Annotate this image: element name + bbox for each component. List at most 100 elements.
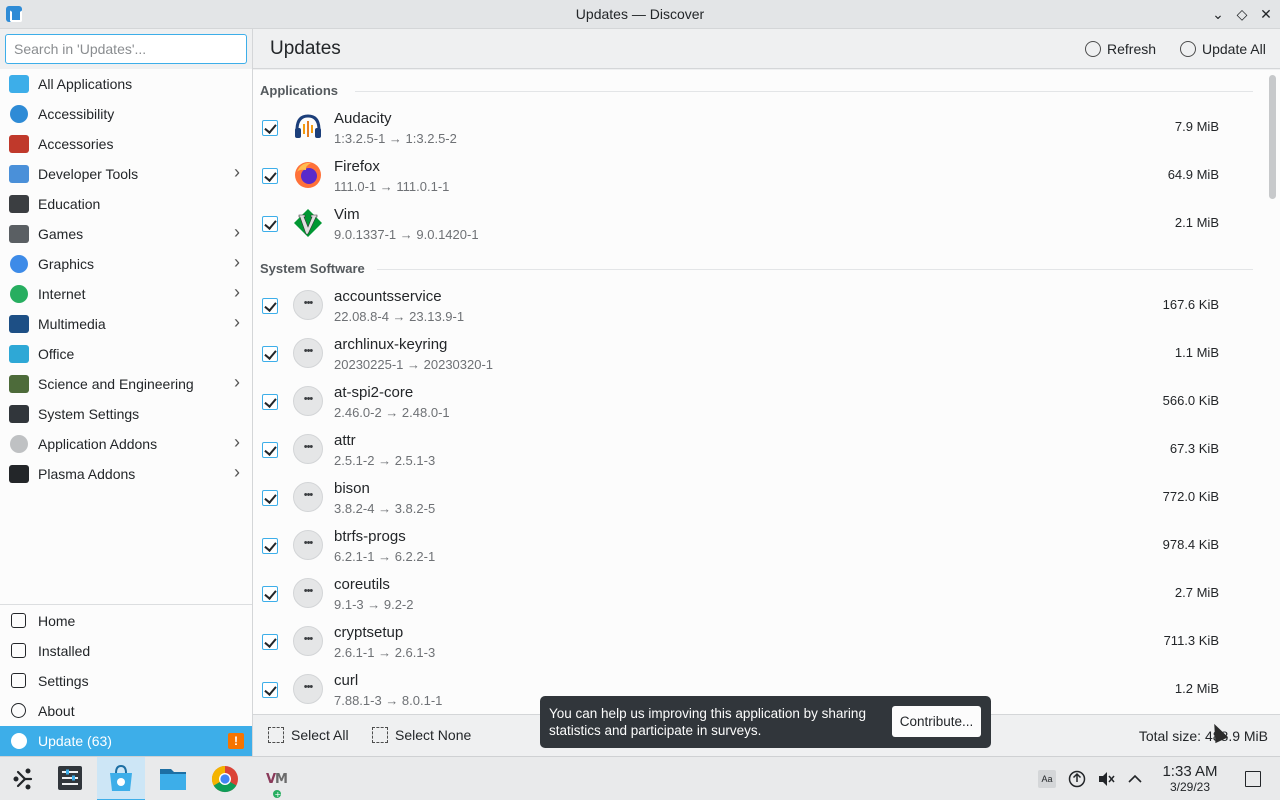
update-checkbox[interactable] bbox=[262, 216, 278, 232]
update-row[interactable]: Firefox 111.0-1 → 111.0.1-1 64.9 MiB bbox=[253, 151, 1253, 199]
sidebar-item-graphics[interactable]: Graphics › bbox=[0, 249, 252, 279]
home-icon bbox=[11, 613, 26, 628]
volume-muted-icon[interactable] bbox=[1097, 770, 1115, 788]
search-area bbox=[0, 29, 253, 69]
sidebar-item-science-and-engineering[interactable]: Science and Engineering › bbox=[0, 369, 252, 399]
svg-text:+: + bbox=[275, 790, 282, 799]
section-divider bbox=[355, 91, 1253, 92]
office-icon bbox=[9, 345, 29, 363]
update-checkbox[interactable] bbox=[262, 634, 278, 650]
sidebar-item-system-settings[interactable]: System Settings bbox=[0, 399, 252, 429]
update-checkbox[interactable] bbox=[262, 442, 278, 458]
show-desktop-icon[interactable] bbox=[1245, 771, 1261, 787]
package-icon bbox=[293, 578, 323, 608]
package-size: 1.1 MiB bbox=[1174, 345, 1219, 360]
sidebar-item-all-applications[interactable]: All Applications bbox=[0, 69, 252, 99]
update-checkbox[interactable] bbox=[262, 298, 278, 314]
expand-tray-icon[interactable] bbox=[1126, 770, 1144, 788]
select-all-label: Select All bbox=[291, 727, 349, 743]
page-title: Updates bbox=[270, 38, 341, 59]
clock-date: 3/29/23 bbox=[1169, 780, 1211, 794]
update-checkbox[interactable] bbox=[262, 168, 278, 184]
update-row[interactable]: at-spi2-core 2.46.0-2 → 2.48.0-1 566.0 KiB bbox=[253, 377, 1253, 425]
nav-item-home[interactable]: Home bbox=[0, 606, 252, 636]
taskbar-system-settings[interactable] bbox=[46, 757, 94, 800]
scrollbar[interactable] bbox=[1265, 70, 1280, 714]
package-name: at-spi2-core bbox=[334, 384, 414, 401]
sidebar-item-label: Multimedia bbox=[38, 316, 106, 332]
package-size: 2.7 MiB bbox=[1174, 585, 1219, 600]
sidebar-item-label: Developer Tools bbox=[38, 166, 139, 182]
taskbar-file-manager[interactable] bbox=[149, 757, 197, 800]
update-checkbox[interactable] bbox=[262, 394, 278, 410]
minimize-button[interactable]: ⌄ bbox=[1208, 4, 1228, 24]
nav-item-about[interactable]: About bbox=[0, 696, 252, 726]
update-row[interactable]: attr 2.5.1-2 → 2.5.1-3 67.3 KiB bbox=[253, 425, 1253, 473]
search-input[interactable] bbox=[5, 34, 247, 64]
package-version: 3.8.2-4 → 3.8.2-5 bbox=[334, 501, 436, 516]
close-button[interactable]: ✕ bbox=[1256, 4, 1276, 24]
package-size: 64.9 MiB bbox=[1167, 167, 1219, 182]
title-bar: Updates — Discover ⌄ ◇ ✕ bbox=[0, 0, 1280, 29]
update-checkbox[interactable] bbox=[262, 346, 278, 362]
update-row[interactable]: archlinux-keyring 20230225-1 → 20230320-1… bbox=[253, 329, 1253, 377]
sidebar-item-application-addons[interactable]: Application Addons › bbox=[0, 429, 252, 459]
sidebar-item-education[interactable]: Education bbox=[0, 189, 252, 219]
sidebar-item-internet[interactable]: Internet › bbox=[0, 279, 252, 309]
refresh-icon bbox=[1085, 41, 1101, 57]
sidebar-divider bbox=[0, 604, 252, 605]
package-icon bbox=[293, 386, 323, 416]
sidebar-item-accessibility[interactable]: Accessibility bbox=[0, 99, 252, 129]
discover-icon bbox=[110, 764, 132, 791]
scrollbar-thumb[interactable] bbox=[1269, 75, 1276, 199]
sidebar-item-label: Update (63) bbox=[38, 733, 112, 749]
update-row[interactable]: bison 3.8.2-4 → 3.8.2-5 772.0 KiB bbox=[253, 473, 1253, 521]
nav-item-settings[interactable]: Settings bbox=[0, 666, 252, 696]
sidebar-item-label: Plasma Addons bbox=[38, 466, 136, 482]
settings-panel-icon bbox=[9, 405, 29, 423]
select-none-button[interactable]: Select None bbox=[372, 727, 471, 743]
refresh-button[interactable]: Refresh bbox=[1085, 38, 1156, 60]
update-checkbox[interactable] bbox=[262, 120, 278, 136]
package-name: coreutils bbox=[334, 576, 390, 593]
flask-icon bbox=[9, 375, 29, 393]
package-version: 1:3.2.5-1 → 1:3.2.5-2 bbox=[334, 131, 457, 146]
update-row[interactable]: btrfs-progs 6.2.1-1 → 6.2.2-1 978.4 KiB bbox=[253, 521, 1253, 569]
update-row[interactable]: cryptsetup 2.6.1-1 → 2.6.1-3 711.3 KiB bbox=[253, 617, 1253, 665]
package-name: accountsservice bbox=[334, 288, 442, 305]
select-all-button[interactable]: Select All bbox=[268, 727, 349, 743]
window-title: Updates — Discover bbox=[575, 6, 705, 22]
package-name: cryptsetup bbox=[334, 624, 404, 641]
package-name: Firefox bbox=[334, 158, 380, 175]
keyboard-layout-icon[interactable]: Aa bbox=[1038, 770, 1056, 788]
maximize-button[interactable]: ◇ bbox=[1232, 4, 1252, 24]
sidebar-item-plasma-addons[interactable]: Plasma Addons › bbox=[0, 459, 252, 489]
taskbar-vim[interactable]: V M + bbox=[253, 757, 301, 800]
package-version: 2.5.1-2 → 2.5.1-3 bbox=[334, 453, 436, 468]
sidebar-item-office[interactable]: Office bbox=[0, 339, 252, 369]
nav-item-installed[interactable]: Installed bbox=[0, 636, 252, 666]
update-checkbox[interactable] bbox=[262, 682, 278, 698]
app-launcher-button[interactable] bbox=[0, 757, 48, 800]
update-checkbox[interactable] bbox=[262, 586, 278, 602]
taskbar-discover[interactable] bbox=[97, 757, 145, 800]
audacity-icon bbox=[293, 112, 323, 142]
update-all-button[interactable]: Update All bbox=[1180, 38, 1266, 60]
sidebar-item-multimedia[interactable]: Multimedia › bbox=[0, 309, 252, 339]
clock[interactable]: 1:33 AM 3/29/23 bbox=[1152, 763, 1228, 794]
contribute-button[interactable]: Contribute... bbox=[892, 706, 981, 737]
update-checkbox[interactable] bbox=[262, 538, 278, 554]
sidebar-item-accessories[interactable]: Accessories bbox=[0, 129, 252, 159]
update-all-icon bbox=[1180, 41, 1196, 57]
select-none-icon bbox=[372, 727, 388, 743]
updates-tray-icon[interactable] bbox=[1068, 770, 1086, 788]
update-checkbox[interactable] bbox=[262, 490, 278, 506]
sidebar-item-developer-tools[interactable]: Developer Tools › bbox=[0, 159, 252, 189]
update-row[interactable]: Vim 9.0.1337-1 → 9.0.1420-1 2.1 MiB bbox=[253, 199, 1253, 247]
update-row[interactable]: Audacity 1:3.2.5-1 → 1:3.2.5-2 7.9 MiB bbox=[253, 103, 1253, 151]
sidebar-item-update[interactable]: Update (63) ! bbox=[0, 726, 252, 756]
update-row[interactable]: coreutils 9.1-3 → 9.2-2 2.7 MiB bbox=[253, 569, 1253, 617]
sidebar-item-games[interactable]: Games › bbox=[0, 219, 252, 249]
taskbar-chrome[interactable] bbox=[201, 757, 249, 800]
update-row[interactable]: accountsservice 22.08.8-4 → 23.13.9-1 167.… bbox=[253, 281, 1253, 329]
